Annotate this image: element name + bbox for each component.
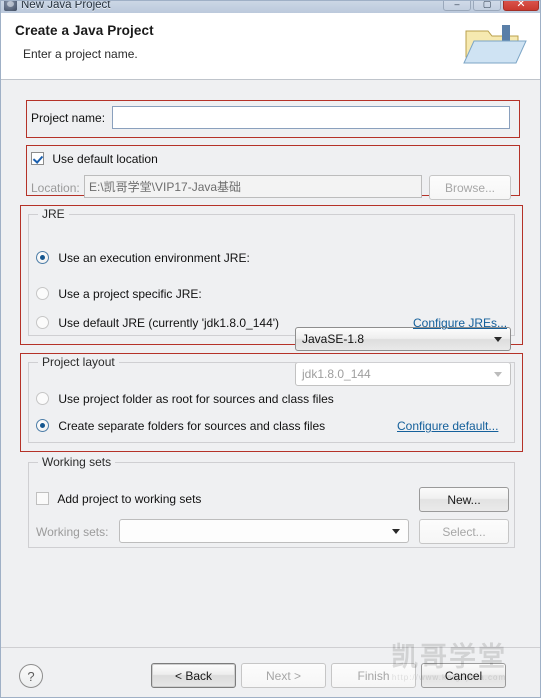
page-subtitle: Enter a project name. [23, 47, 138, 61]
back-button-label: < Back [174, 668, 213, 683]
cancel-button[interactable]: Cancel [421, 663, 506, 688]
add-working-sets-row[interactable]: Add project to working sets [36, 492, 201, 506]
jre-execution-env-label: Use an execution environment JRE: [58, 251, 250, 265]
location-input[interactable] [84, 175, 422, 198]
layout-root-radio[interactable] [36, 392, 49, 405]
next-button-label: Next > [265, 668, 301, 683]
page-title: Create a Java Project [15, 23, 154, 38]
finish-button-label: Finish [357, 668, 390, 683]
layout-root-row[interactable]: Use project folder as root for sources a… [36, 392, 334, 406]
new-working-set-label: New... [447, 492, 481, 507]
jre-execution-env-value: JavaSE-1.8 [302, 332, 365, 346]
project-name-input[interactable] [112, 106, 510, 129]
back-button[interactable]: < Back [151, 663, 236, 688]
project-layout-group-title: Project layout [38, 355, 119, 369]
working-sets-label: Working sets: [36, 525, 109, 539]
minimize-button[interactable]: – [443, 0, 471, 11]
window-controls: – ▢ ✕ [443, 0, 539, 11]
help-icon[interactable]: ? [19, 664, 43, 688]
title-bar-left: New Java Project [4, 0, 110, 11]
jre-project-specific-radio[interactable] [36, 287, 49, 300]
jre-execution-env-row[interactable]: Use an execution environment JRE: [36, 251, 250, 265]
chevron-down-icon [392, 529, 400, 534]
new-java-project-dialog: New Java Project – ▢ ✕ Create a Java Pro… [0, 0, 541, 698]
jre-execution-env-combo[interactable]: JavaSE-1.8 [295, 327, 511, 351]
working-sets-group-title: Working sets [38, 455, 116, 469]
chevron-down-icon [494, 337, 502, 342]
location-label-wrap: Location: [31, 181, 80, 195]
finish-button[interactable]: Finish [331, 663, 416, 688]
new-working-set-button[interactable]: New... [419, 487, 509, 512]
close-icon: ✕ [516, 0, 526, 10]
configure-jres-link[interactable]: Configure JREs... [413, 316, 507, 330]
working-sets-label-wrap: Working sets: [36, 525, 108, 539]
help-glyph: ? [27, 668, 35, 684]
browse-button-label: Browse... [444, 180, 495, 195]
title-bar: New Java Project – ▢ ✕ [0, 0, 541, 13]
minimize-icon: – [454, 0, 460, 9]
use-default-location-label: Use default location [52, 152, 158, 166]
jre-default-radio[interactable] [36, 316, 49, 329]
use-default-location-row[interactable]: Use default location [31, 152, 158, 166]
project-name-row: Project name: [31, 111, 105, 125]
jre-default-row[interactable]: Use default JRE (currently 'jdk1.8.0_144… [36, 316, 279, 330]
use-default-location-checkbox[interactable] [31, 152, 44, 165]
dialog-footer: ? < Back Next > Finish Cancel 凯哥学堂 http:… [1, 644, 540, 697]
jre-project-specific-row[interactable]: Use a project specific JRE: [36, 287, 202, 301]
dialog-header: Create a Java Project Enter a project na… [1, 13, 540, 80]
jre-execution-env-radio[interactable] [36, 251, 49, 264]
select-working-set-button[interactable]: Select... [419, 519, 509, 544]
new-java-project-folder-icon [463, 25, 527, 64]
java-project-icon [4, 0, 17, 11]
configure-default-link[interactable]: Configure default... [397, 419, 498, 433]
jre-group-title: JRE [38, 207, 69, 221]
layout-separate-row[interactable]: Create separate folders for sources and … [36, 419, 325, 433]
location-label: Location: [31, 181, 80, 195]
layout-separate-radio[interactable] [36, 419, 49, 432]
layout-root-label: Use project folder as root for sources a… [58, 392, 334, 406]
maximize-button[interactable]: ▢ [473, 0, 501, 11]
project-name-label: Project name: [31, 111, 106, 125]
jre-default-label: Use default JRE (currently 'jdk1.8.0_144… [58, 316, 280, 330]
close-button[interactable]: ✕ [503, 0, 539, 11]
maximize-icon: ▢ [482, 0, 492, 9]
window-title: New Java Project [21, 0, 111, 11]
jre-project-specific-label: Use a project specific JRE: [58, 287, 202, 301]
next-button[interactable]: Next > [241, 663, 326, 688]
dialog-body: Project name: Use default location Locat… [1, 81, 540, 647]
select-working-set-label: Select... [442, 524, 486, 539]
layout-separate-label: Create separate folders for sources and … [58, 419, 326, 433]
add-working-sets-label: Add project to working sets [57, 492, 202, 506]
working-sets-combo[interactable] [119, 519, 409, 543]
add-working-sets-checkbox[interactable] [36, 492, 49, 505]
browse-button[interactable]: Browse... [429, 175, 511, 200]
cancel-button-label: Cancel [444, 668, 483, 683]
